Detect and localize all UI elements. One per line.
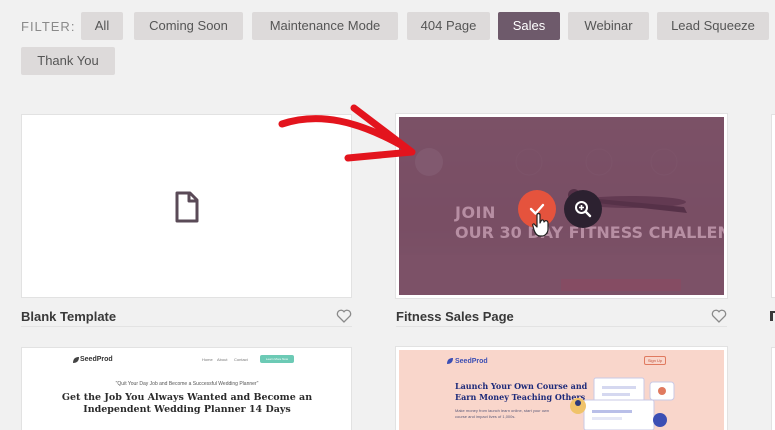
- template-title: Fitness Sales Page: [396, 309, 514, 324]
- preview-nav-item: Home: [202, 357, 213, 362]
- preview-heading-line: Get the Job You Always Wanted and Become…: [61, 392, 313, 403]
- seedprod-logo-icon: [73, 357, 79, 363]
- divider: [396, 326, 727, 327]
- template-title: Blank Template: [21, 309, 117, 324]
- filter-coming-soon-button[interactable]: Coming Soon: [134, 12, 243, 40]
- filter-404-page-button[interactable]: 404 Page: [407, 12, 490, 40]
- filter-maintenance-mode-button[interactable]: Maintenance Mode: [252, 12, 398, 40]
- preview-nav-item: About: [217, 357, 228, 362]
- hover-overlay: [399, 117, 724, 295]
- preview-cta: Learn More Now: [260, 355, 294, 363]
- zoom-in-icon: [575, 201, 592, 218]
- preview-nav-item: Contact: [234, 357, 248, 362]
- partial-template-thumbnail[interactable]: [771, 114, 775, 298]
- template-gallery: FILTER: All Coming Soon Maintenance Mode…: [0, 0, 775, 430]
- preview-heading: Get the Job You Always Wanted and Become…: [22, 392, 351, 416]
- fitness-sales-thumbnail[interactable]: JOIN OUR 30 DAY FITNESS CHALLENGE: [395, 113, 728, 299]
- filter-label: FILTER:: [21, 19, 76, 34]
- partial-template-title: [770, 309, 775, 323]
- divider: [21, 326, 352, 327]
- preview-signup: Sign Up: [644, 356, 666, 365]
- preview-text: Make money from launch learn online, sta…: [455, 408, 550, 419]
- filter-all-button[interactable]: All: [81, 12, 123, 40]
- preview-text: JOIN: [455, 203, 496, 222]
- file-icon: [175, 191, 199, 223]
- wedding-template-thumbnail[interactable]: SeedProd Home About Contact Learn More N…: [21, 347, 352, 430]
- heart-icon[interactable]: [711, 309, 727, 323]
- partial-template-thumbnail[interactable]: [771, 347, 775, 430]
- filter-lead-squeeze-button[interactable]: Lead Squeeze: [657, 12, 769, 40]
- preview-logo: SeedProd: [455, 358, 488, 365]
- preview-logo: SeedProd: [80, 356, 113, 363]
- filter-sales-button[interactable]: Sales: [498, 12, 560, 40]
- filter-thank-you-button[interactable]: Thank You: [21, 47, 115, 75]
- annotation-arrow-icon: [278, 104, 416, 162]
- preview-subheading: "Quit Your Day Job and Become a Successf…: [115, 381, 259, 387]
- preview-heading-line: Independent Wedding Planner 14 Days: [83, 404, 291, 415]
- preview-template-button[interactable]: [564, 190, 602, 228]
- filter-webinar-button[interactable]: Webinar: [568, 12, 649, 40]
- course-template-thumbnail[interactable]: SeedProd Sign Up Launch Your Own Course …: [395, 346, 728, 430]
- heart-icon[interactable]: [336, 309, 352, 323]
- hand-cursor-icon: [532, 212, 549, 237]
- seedprod-logo-icon: [447, 358, 453, 364]
- course-illustration: [570, 377, 675, 430]
